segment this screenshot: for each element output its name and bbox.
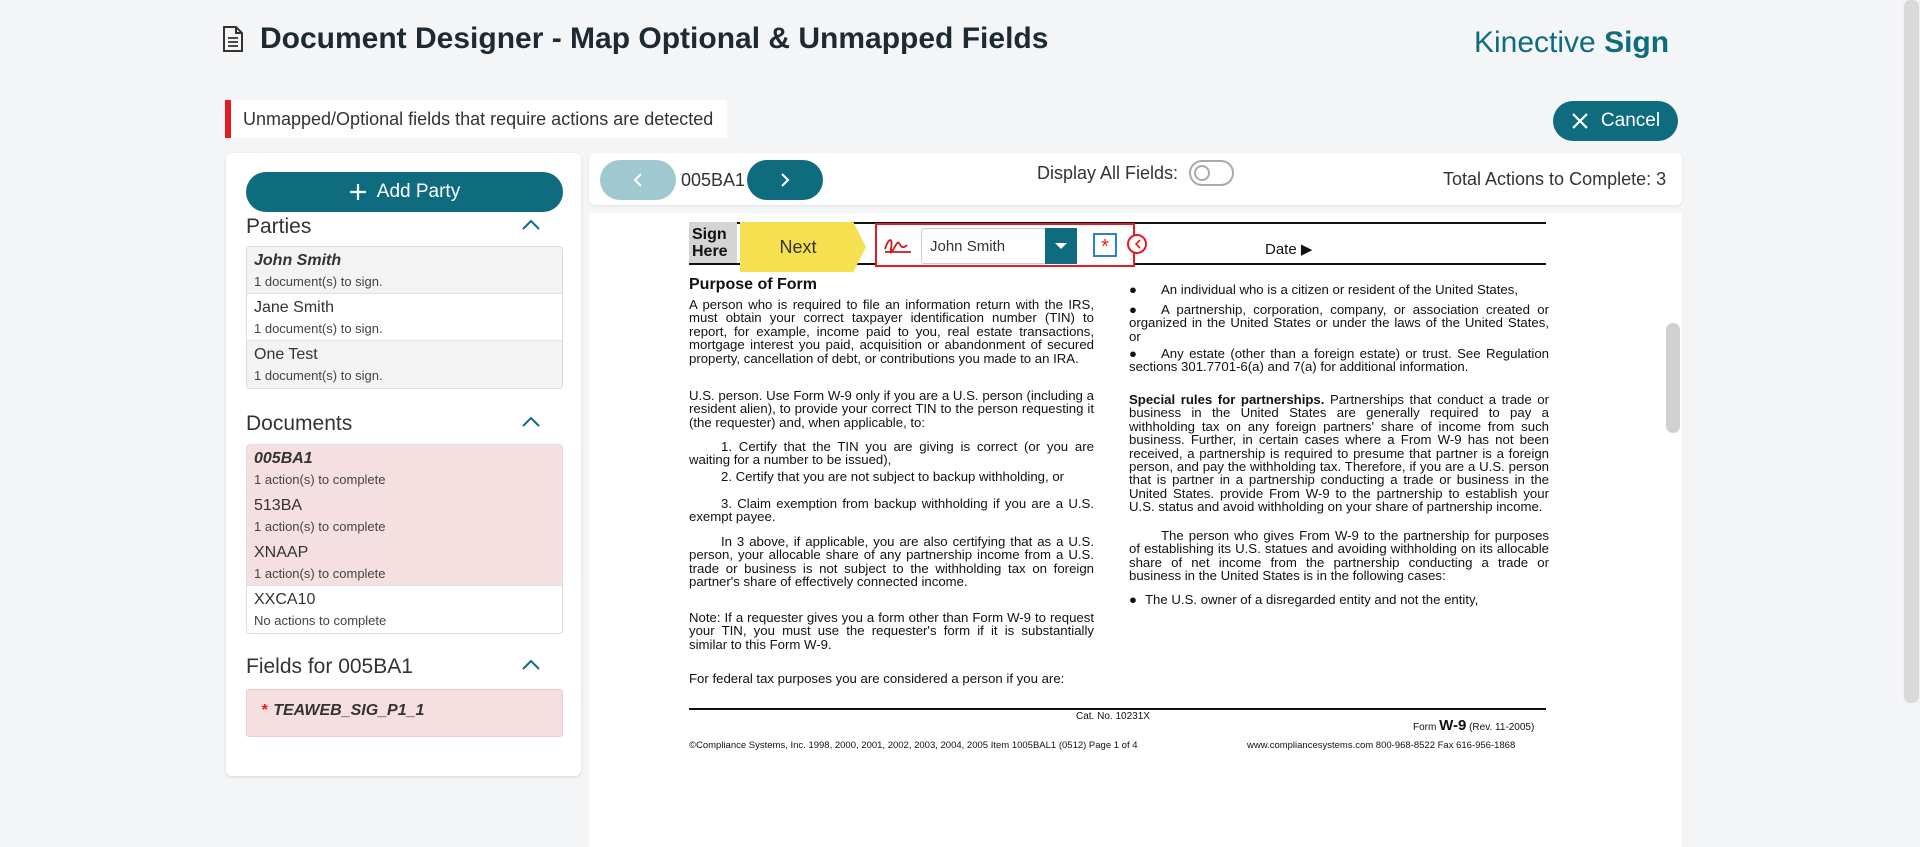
- document-item[interactable]: XXCA10 No actions to complete: [247, 586, 562, 633]
- next-field-button[interactable]: Next: [740, 222, 866, 272]
- cancel-button[interactable]: Cancel: [1553, 101, 1678, 141]
- party-item[interactable]: One Test 1 document(s) to sign.: [247, 341, 562, 388]
- pdf-paragraph: In 3 above, if applicable, you are also …: [689, 534, 1094, 590]
- pdf-bullet: ● A partnership, corporation, company, or…: [1129, 302, 1549, 344]
- pdf-paragraph: For federal tax purposes you are conside…: [689, 671, 1065, 686]
- pdf-page: Sign Here Date ▶ Purpose of Form A person…: [589, 213, 1682, 847]
- chevron-left-icon: [633, 173, 642, 187]
- pdf-bullet: ● An individual who is a citizen or resid…: [1129, 282, 1518, 297]
- collapse-field-button[interactable]: [1127, 234, 1147, 254]
- pdf-paragraph: 3. Claim exemption from backup withholdi…: [689, 496, 1094, 525]
- signature-field[interactable]: John Smith *: [875, 223, 1135, 267]
- parties-list: John Smith 1 document(s) to sign. Jane Sm…: [246, 246, 563, 389]
- required-toggle[interactable]: *: [1093, 233, 1117, 258]
- rule: [689, 708, 1546, 710]
- document-item[interactable]: 005BA1 1 action(s) to complete: [247, 445, 562, 492]
- document-scrollbar[interactable]: [1666, 323, 1680, 433]
- chevron-up-icon[interactable]: [521, 219, 541, 231]
- purpose-heading: Purpose of Form: [689, 276, 818, 293]
- pdf-paragraph: 1. Certify that the TIN you are giving i…: [689, 439, 1094, 468]
- field-item[interactable]: * TEAWEB_SIG_P1_1: [246, 689, 563, 737]
- display-all-fields-toggle[interactable]: [1189, 160, 1234, 186]
- parties-heading: Parties: [246, 215, 312, 238]
- next-document-button[interactable]: [747, 160, 823, 200]
- pdf-paragraph: The person who gives From W-9 to the par…: [1129, 528, 1549, 584]
- footer-left: ©Compliance Systems, Inc. 1998, 2000, 20…: [689, 740, 1138, 751]
- documents-heading: Documents: [246, 412, 353, 435]
- chevron-right-icon: [781, 173, 790, 187]
- alert-banner: Unmapped/Optional fields that require ac…: [225, 100, 728, 138]
- pdf-paragraph: Note: If a requester gives you a form ot…: [689, 610, 1094, 652]
- document-viewer[interactable]: Sign Here Date ▶ Purpose of Form A person…: [589, 213, 1682, 847]
- close-icon: [1572, 113, 1588, 129]
- caret-down-icon: [1055, 243, 1067, 249]
- signer-dropdown-button[interactable]: [1045, 228, 1077, 264]
- documents-list: 005BA1 1 action(s) to complete 513BA 1 act…: [246, 444, 563, 634]
- current-document-name: 005BA1: [681, 170, 746, 190]
- display-all-fields-label: Display All Fields:: [1037, 163, 1179, 183]
- cat-no: Cat. No. 10231X: [1076, 711, 1150, 722]
- date-label: Date ▶: [1265, 241, 1313, 258]
- page-title: Document Designer - Map Optional & Unmap…: [222, 22, 1048, 56]
- chevron-up-icon[interactable]: [521, 416, 541, 428]
- page-title-text: Document Designer - Map Optional & Unmap…: [260, 22, 1049, 55]
- sign-here-box: Sign Here: [689, 222, 737, 264]
- toggle-knob: [1194, 165, 1210, 181]
- plus-icon: [349, 184, 366, 200]
- pdf-paragraph: 2. Certify that you are not subject to b…: [721, 469, 1065, 484]
- pdf-bullet: ● The U.S. owner of a disregarded entity …: [1129, 592, 1479, 607]
- document-item[interactable]: 513BA 1 action(s) to complete: [247, 492, 562, 539]
- signature-icon: [884, 239, 911, 254]
- form-name: Form W-9 (Rev. 11-2005): [1413, 717, 1535, 734]
- total-actions: Total Actions to Complete: 3: [1443, 169, 1667, 189]
- fields-heading: Fields for 005BA1: [246, 655, 413, 678]
- document-item[interactable]: XNAAP 1 action(s) to complete: [247, 539, 562, 586]
- previous-document-button[interactable]: [600, 160, 676, 200]
- document-icon: [223, 26, 243, 52]
- brand-logo: Kinective Sign: [1474, 26, 1670, 59]
- party-item[interactable]: Jane Smith 1 document(s) to sign.: [247, 294, 562, 341]
- chevron-left-icon: [1134, 239, 1141, 249]
- pdf-bullet: ● Any estate (other than a foreign estate…: [1129, 346, 1549, 375]
- footer-right: www.compliancesystems.com 800-968-8522 F…: [1247, 740, 1516, 751]
- chevron-up-icon[interactable]: [521, 659, 541, 671]
- pdf-paragraph: Special rules for partnerships. Partners…: [1129, 392, 1549, 515]
- pdf-paragraph: A person who is required to file an info…: [689, 297, 1094, 366]
- add-party-button[interactable]: Add Party: [246, 172, 563, 212]
- arrow-right-icon: ▶: [1300, 241, 1313, 258]
- party-item[interactable]: John Smith 1 document(s) to sign.: [247, 247, 562, 294]
- page-scrollbar-thumb[interactable]: [1904, 0, 1919, 703]
- pdf-paragraph: U.S. person. Use Form W-9 only if you ar…: [689, 388, 1094, 430]
